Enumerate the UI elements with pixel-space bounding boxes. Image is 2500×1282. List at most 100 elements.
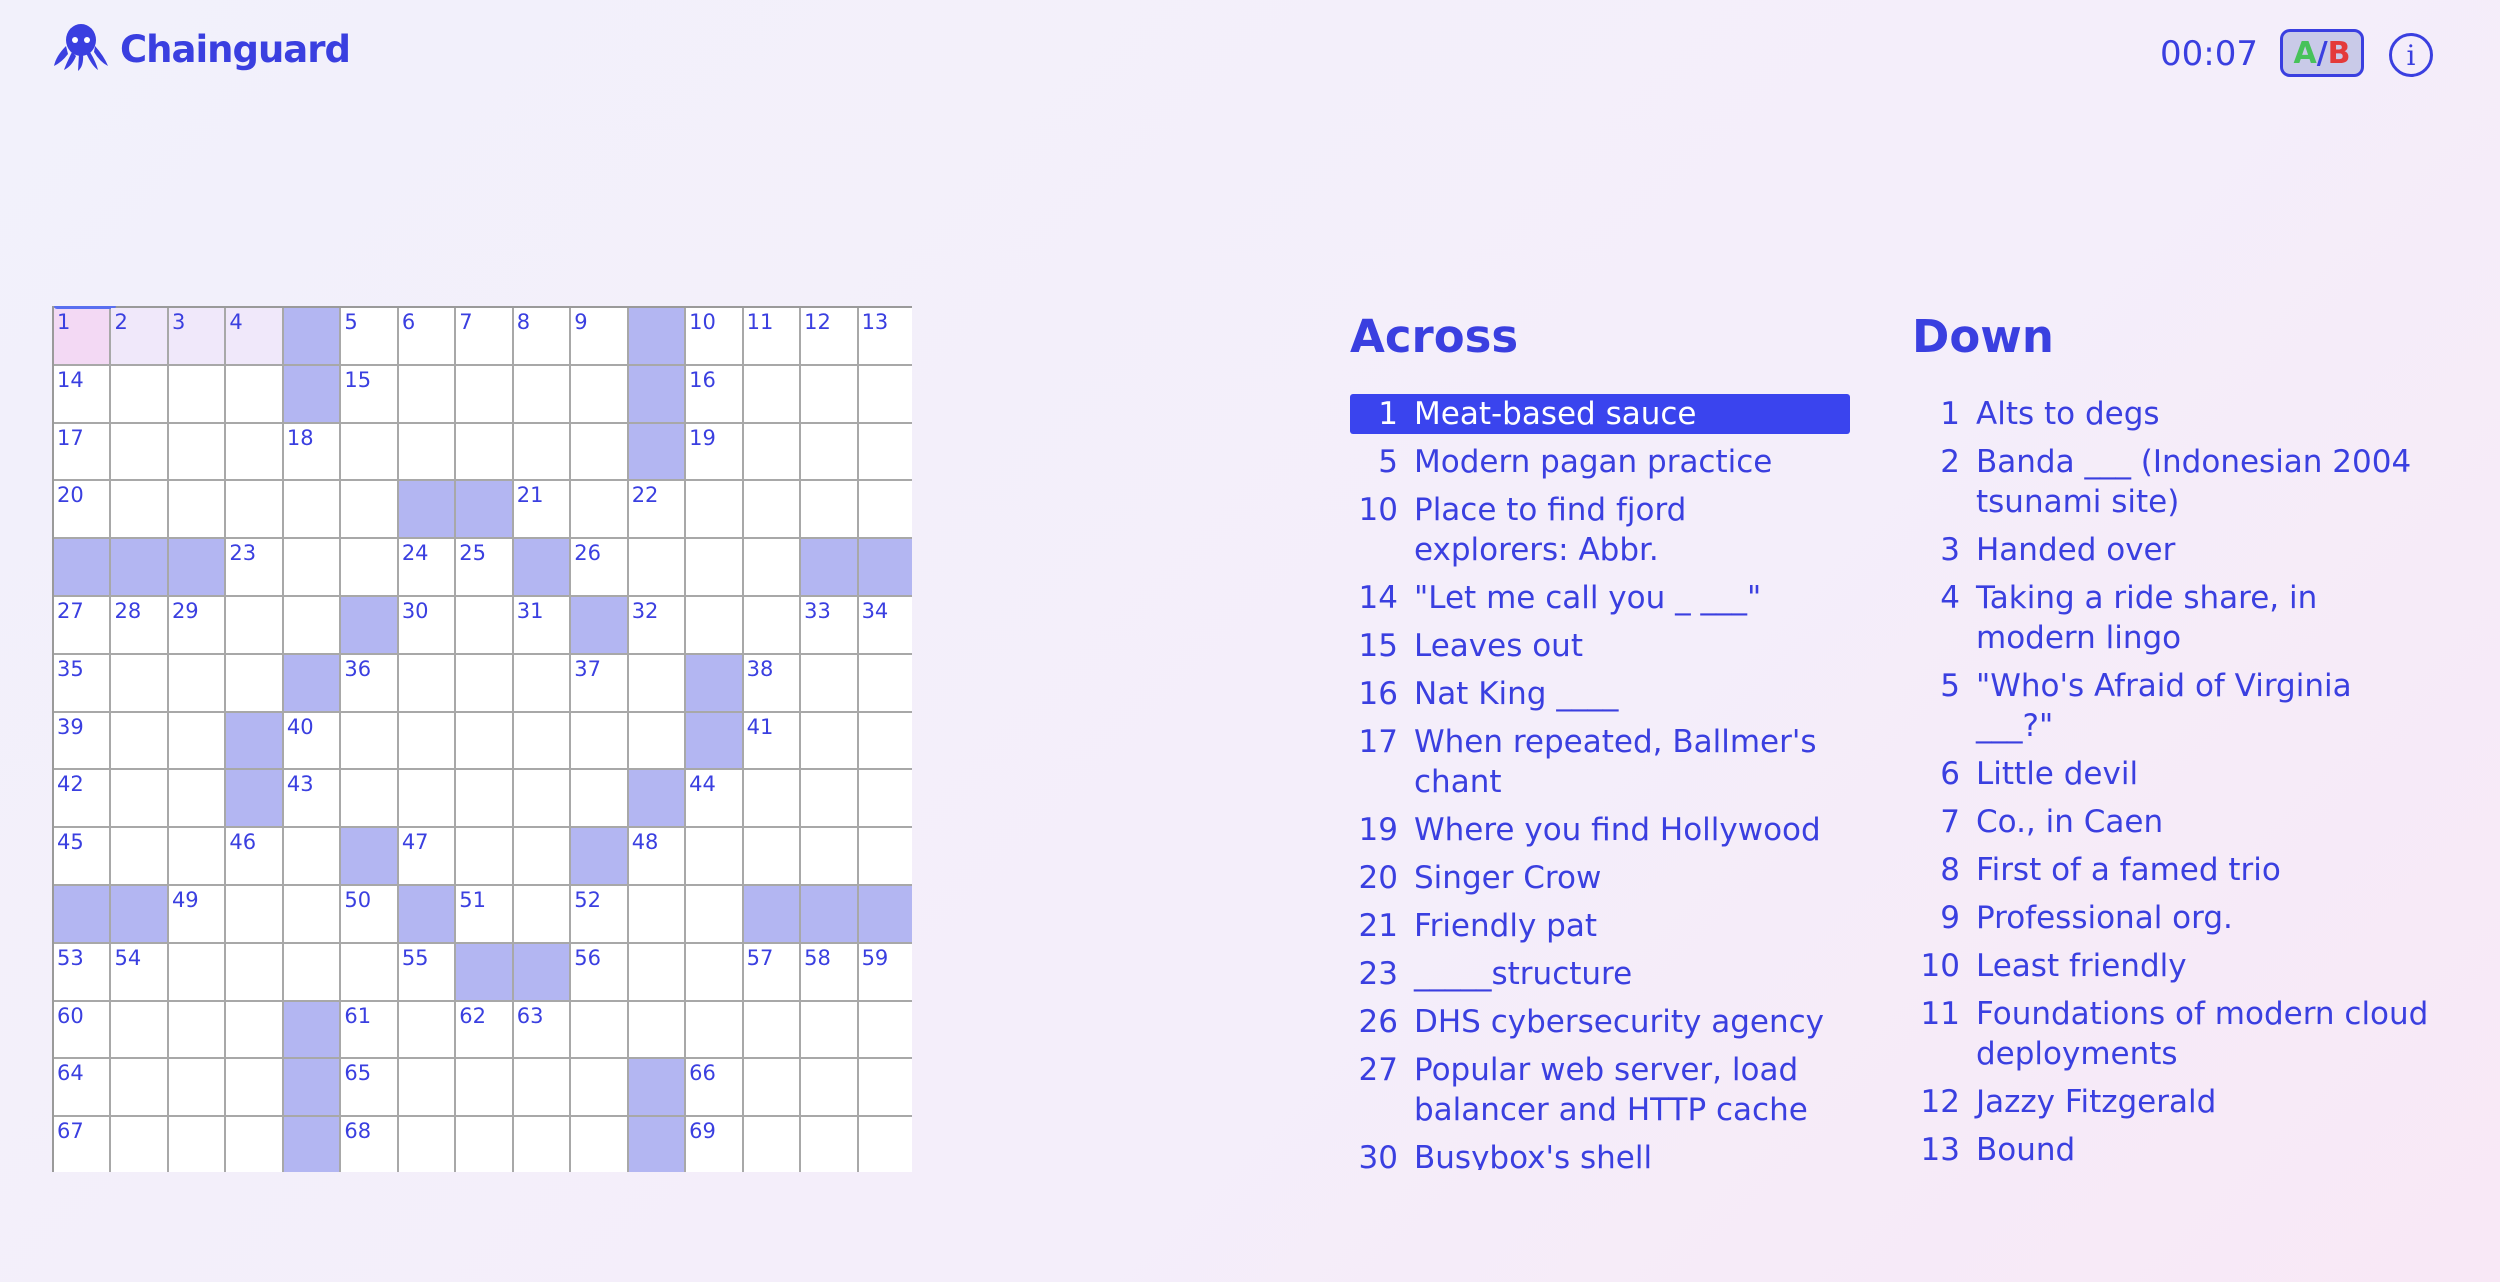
grid-cell[interactable]: 28 <box>111 596 169 655</box>
grid-cell[interactable] <box>743 1117 802 1172</box>
grid-cell[interactable] <box>341 770 399 829</box>
grid-cell[interactable] <box>398 1117 457 1172</box>
grid-cell[interactable] <box>456 1059 514 1118</box>
grid-cell[interactable]: 7 <box>456 308 514 366</box>
across-clue-14[interactable]: 14 "Let me call you _ ___" <box>1350 578 1850 618</box>
grid-cell[interactable] <box>398 1001 457 1060</box>
grid-cell[interactable] <box>226 1059 284 1118</box>
grid-cell[interactable] <box>801 654 859 713</box>
grid-cell[interactable] <box>686 481 744 540</box>
grid-cell[interactable] <box>743 596 802 655</box>
grid-cell[interactable]: 25 <box>456 539 514 597</box>
grid-cell[interactable]: 34 <box>858 596 912 655</box>
grid-cell[interactable] <box>743 423 802 482</box>
grid-cell[interactable]: 62 <box>456 1001 514 1060</box>
grid-cell[interactable]: 10 <box>686 308 744 366</box>
grid-cell[interactable]: 38 <box>743 654 802 713</box>
grid-cell[interactable] <box>571 481 629 540</box>
grid-cell[interactable] <box>513 1059 572 1118</box>
grid-cell[interactable] <box>743 481 802 540</box>
grid-cell[interactable] <box>168 828 227 886</box>
grid-cell[interactable] <box>226 365 284 424</box>
grid-cell[interactable] <box>686 828 744 886</box>
grid-cell[interactable] <box>513 828 572 886</box>
down-clue-6[interactable]: 6 Little devil <box>1912 754 2432 794</box>
grid-cell[interactable]: 30 <box>398 596 457 655</box>
grid-cell[interactable] <box>686 539 744 597</box>
down-clue-13[interactable]: 13 Bound <box>1912 1130 2432 1170</box>
grid-cell[interactable] <box>571 770 629 829</box>
grid-cell[interactable] <box>743 770 802 829</box>
grid-cell[interactable]: 23 <box>226 539 284 597</box>
grid-cell[interactable]: 66 <box>686 1059 744 1118</box>
grid-cell[interactable] <box>686 1001 744 1060</box>
grid-cell[interactable]: 11 <box>743 308 802 366</box>
grid-cell[interactable]: 39 <box>54 712 112 771</box>
grid-cell[interactable] <box>398 770 457 829</box>
down-clue-12[interactable]: 12 Jazzy Fitzgerald <box>1912 1082 2432 1122</box>
grid-cell[interactable] <box>801 770 859 829</box>
grid-cell[interactable] <box>283 481 342 540</box>
grid-cell[interactable] <box>398 1059 457 1118</box>
grid-cell[interactable] <box>858 1117 912 1172</box>
grid-cell[interactable] <box>398 423 457 482</box>
grid-cell[interactable] <box>226 1117 284 1172</box>
grid-cell[interactable]: 31 <box>513 596 572 655</box>
grid-cell[interactable] <box>743 1059 802 1118</box>
grid-cell[interactable]: 33 <box>801 596 859 655</box>
grid-cell[interactable] <box>168 1059 227 1118</box>
grid-cell[interactable]: 63 <box>513 1001 572 1060</box>
grid-cell[interactable] <box>283 885 342 944</box>
grid-cell[interactable] <box>283 596 342 655</box>
grid-cell[interactable] <box>801 1117 859 1172</box>
grid-cell[interactable] <box>341 712 399 771</box>
grid-cell[interactable] <box>571 423 629 482</box>
grid-cell[interactable]: 5 <box>341 308 399 366</box>
grid-cell[interactable]: 21 <box>513 481 572 540</box>
grid-cell[interactable]: 37 <box>571 654 629 713</box>
across-clue-17[interactable]: 17 When repeated, Ballmer's chant <box>1350 722 1850 802</box>
grid-cell[interactable]: 51 <box>456 885 514 944</box>
down-clue-9[interactable]: 9 Professional org. <box>1912 898 2432 938</box>
across-clue-10[interactable]: 10 Place to find fjord explorers: Abbr. <box>1350 490 1850 570</box>
grid-cell[interactable] <box>168 943 227 1002</box>
grid-cell[interactable] <box>226 654 284 713</box>
grid-cell[interactable] <box>628 1001 687 1060</box>
grid-cell[interactable]: 47 <box>398 828 457 886</box>
grid-cell[interactable]: 20 <box>54 481 112 540</box>
grid-cell[interactable]: 4 <box>226 308 284 366</box>
grid-cell[interactable] <box>226 596 284 655</box>
across-clue-1[interactable]: 1 Meat-based sauce <box>1350 394 1850 434</box>
grid-cell[interactable]: 53 <box>54 943 112 1002</box>
grid-cell[interactable] <box>168 481 227 540</box>
down-clue-2[interactable]: 2 Banda ___ (Indonesian 2004 tsunami site… <box>1912 442 2432 522</box>
grid-cell[interactable]: 14 <box>54 365 112 424</box>
grid-cell[interactable] <box>341 943 399 1002</box>
grid-cell[interactable]: 64 <box>54 1059 112 1118</box>
grid-cell[interactable] <box>686 885 744 944</box>
grid-cell[interactable] <box>111 423 169 482</box>
grid-cell[interactable] <box>743 828 802 886</box>
grid-cell[interactable]: 24 <box>398 539 457 597</box>
grid-cell[interactable] <box>398 712 457 771</box>
grid-cell[interactable]: 48 <box>628 828 687 886</box>
across-clue-16[interactable]: 16 Nat King ____ <box>1350 674 1850 714</box>
across-clue-15[interactable]: 15 Leaves out <box>1350 626 1850 666</box>
grid-cell[interactable] <box>456 596 514 655</box>
grid-cell[interactable] <box>571 1001 629 1060</box>
grid-cell[interactable] <box>283 828 342 886</box>
grid-cell[interactable]: 3 <box>168 308 227 366</box>
down-clue-8[interactable]: 8 First of a famed trio <box>1912 850 2432 890</box>
grid-cell[interactable]: 27 <box>54 596 112 655</box>
grid-cell[interactable] <box>398 365 457 424</box>
down-clue-11[interactable]: 11 Foundations of modern cloud deployment… <box>1912 994 2432 1074</box>
grid-cell[interactable] <box>456 365 514 424</box>
grid-cell[interactable]: 42 <box>54 770 112 829</box>
grid-cell[interactable] <box>456 828 514 886</box>
grid-cell[interactable] <box>226 481 284 540</box>
grid-cell[interactable] <box>858 1059 912 1118</box>
grid-cell[interactable] <box>801 481 859 540</box>
grid-cell[interactable] <box>283 539 342 597</box>
grid-cell[interactable] <box>168 1117 227 1172</box>
across-clue-30[interactable]: 30 Busybox's shell <box>1350 1138 1850 1170</box>
